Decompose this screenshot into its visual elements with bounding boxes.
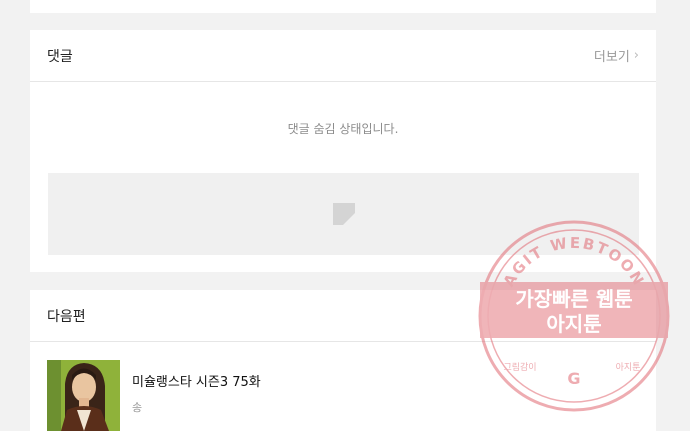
comments-header: 댓글 더보기 › <box>30 30 656 82</box>
comment-placeholder <box>48 173 639 255</box>
comments-title: 댓글 <box>47 48 73 65</box>
chevron-right-icon: › <box>633 48 639 63</box>
comments-section: 댓글 더보기 › 댓글 숨김 상태입니다. <box>30 30 656 272</box>
next-episode-item[interactable]: 미슐랭스타 시즌3 75화 송 <box>47 360 261 431</box>
comments-hidden-message: 댓글 숨김 상태입니다. <box>287 122 399 136</box>
next-episode-title: 다음편 <box>47 308 86 325</box>
episode-title: 미슐랭스타 시즌3 75화 <box>132 375 261 390</box>
comments-more-link[interactable]: 더보기 › <box>594 46 639 65</box>
next-episode-section: 다음편 미슐랭스타 시즌3 75화 송 <box>30 290 656 431</box>
more-label: 더보기 <box>593 50 630 65</box>
episode-author: 송 <box>132 401 143 414</box>
image-placeholder-icon <box>333 203 355 225</box>
episode-thumbnail[interactable] <box>47 360 120 431</box>
previous-card <box>30 0 656 13</box>
next-episode-header: 다음편 <box>30 290 656 342</box>
